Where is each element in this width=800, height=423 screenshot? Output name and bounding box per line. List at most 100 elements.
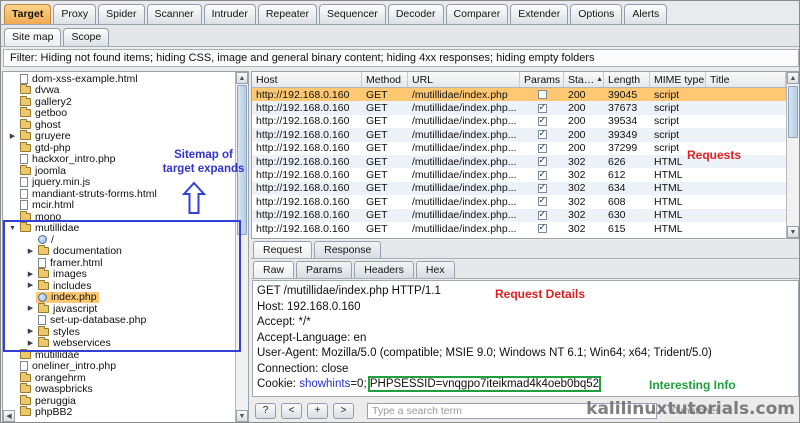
table-row[interactable]: http://192.168.0.160GET/mutillidae/index… (252, 182, 786, 195)
table-row[interactable]: http://192.168.0.160GET/mutillidae/index… (252, 128, 786, 141)
up-arrow-icon (182, 181, 206, 215)
scroll-up-icon[interactable]: ▲ (787, 72, 799, 84)
sitemap-node-dvwa[interactable]: dvwa (3, 85, 235, 97)
request-line: Connection: close (257, 362, 798, 378)
tab-repeater[interactable]: Repeater (258, 4, 317, 24)
sitemap-node-phpbb2[interactable]: phpBB2 (3, 407, 235, 419)
search-options-button[interactable]: + (307, 403, 328, 419)
cell-mime-type: HTML (650, 195, 706, 208)
cell-title (706, 101, 786, 114)
sitemap-node-ghost[interactable]: ghost (3, 119, 235, 131)
scroll-left-icon[interactable]: ◀ (3, 410, 15, 422)
tab-extender[interactable]: Extender (510, 4, 568, 24)
viewtab-raw[interactable]: Raw (253, 261, 294, 278)
tab-spider[interactable]: Spider (98, 4, 144, 24)
table-row[interactable]: http://192.168.0.160GET/mutillidae/index… (252, 209, 786, 222)
sitemap-node-peruggia[interactable]: peruggia (3, 395, 235, 407)
table-vertical-scrollbar[interactable]: ▲ ▼ (786, 72, 799, 238)
cell-params (520, 101, 564, 114)
viewtab-headers[interactable]: Headers (354, 261, 414, 278)
params-checkbox[interactable] (538, 117, 547, 126)
cell-host: http://192.168.0.160 (252, 115, 362, 128)
editor-tab-request[interactable]: Request (253, 241, 312, 258)
tab-alerts[interactable]: Alerts (624, 4, 667, 24)
cell-url: /mutillidae/index.php (408, 88, 520, 101)
cell-status: 200 (564, 115, 604, 128)
search-next-button[interactable]: > (333, 403, 354, 419)
table-row[interactable]: http://192.168.0.160GET/mutillidae/index… (252, 115, 786, 128)
cell-title (706, 222, 786, 235)
scroll-down-icon[interactable]: ▼ (236, 410, 248, 422)
params-checkbox[interactable] (538, 224, 547, 233)
sitemap-node-dom-xss-example-html[interactable]: dom-xss-example.html (3, 73, 235, 85)
column-label: MIME type (654, 74, 704, 86)
viewtab-hex[interactable]: Hex (416, 261, 455, 278)
sitemap-node-owaspbricks[interactable]: owaspbricks (3, 384, 235, 396)
tab-intruder[interactable]: Intruder (204, 4, 256, 24)
tab-sequencer[interactable]: Sequencer (319, 4, 386, 24)
cell-url: /mutillidae/index.php... (408, 195, 520, 208)
column-header-length[interactable]: Length (604, 72, 650, 87)
tab-decoder[interactable]: Decoder (388, 4, 444, 24)
cell-method: GET (362, 128, 408, 141)
cell-params (520, 155, 564, 168)
table-row[interactable]: http://192.168.0.160GET/mutillidae/index… (252, 88, 786, 101)
editor-tab-response[interactable]: Response (314, 241, 381, 258)
params-checkbox[interactable] (538, 144, 547, 153)
node-label: dom-xss-example.html (32, 73, 138, 85)
params-checkbox[interactable] (538, 90, 547, 99)
params-checkbox[interactable] (538, 130, 547, 139)
expand-icon[interactable]: ▶ (7, 131, 18, 142)
params-checkbox[interactable] (538, 197, 547, 206)
node-content: joomla (18, 165, 68, 176)
node-content: jquery.min.js (18, 177, 92, 188)
column-header-mime-type[interactable]: MIME type (650, 72, 706, 87)
column-label: URL (412, 74, 433, 86)
scroll-down-icon[interactable]: ▼ (787, 226, 799, 238)
tab-scanner[interactable]: Scanner (147, 4, 202, 24)
column-header-params[interactable]: Params (520, 72, 564, 87)
column-header-status[interactable]: Status▲ (564, 72, 604, 87)
node-content: owaspbricks (18, 384, 95, 395)
table-row[interactable]: http://192.168.0.160GET/mutillidae/index… (252, 168, 786, 181)
column-header-method[interactable]: Method (362, 72, 408, 87)
params-checkbox[interactable] (538, 171, 547, 180)
search-prev-button[interactable]: < (281, 403, 302, 419)
table-body: http://192.168.0.160GET/mutillidae/index… (252, 88, 786, 238)
sitemap-node-orangehrm[interactable]: orangehrm (3, 372, 235, 384)
node-label: gruyere (35, 130, 71, 142)
tab-comparer[interactable]: Comparer (446, 4, 509, 24)
sitemap-node-gruyere[interactable]: ▶ gruyere (3, 131, 235, 143)
cell-length: 630 (604, 209, 650, 222)
filter-bar[interactable]: Filter: Hiding not found items; hiding C… (3, 49, 799, 67)
params-checkbox[interactable] (538, 211, 547, 220)
column-header-title[interactable]: Title (706, 72, 786, 87)
table-row[interactable]: http://192.168.0.160GET/mutillidae/index… (252, 101, 786, 114)
sitemap-node-getboo[interactable]: getboo (3, 108, 235, 120)
cell-status: 200 (564, 142, 604, 155)
table-row[interactable]: http://192.168.0.160GET/mutillidae/index… (252, 195, 786, 208)
tab-options[interactable]: Options (570, 4, 622, 24)
subtab-scope[interactable]: Scope (63, 28, 109, 46)
params-checkbox[interactable] (538, 157, 547, 166)
cell-status: 302 (564, 168, 604, 181)
viewtab-params[interactable]: Params (296, 261, 352, 278)
cell-mime-type: script (650, 128, 706, 141)
sitemap-node-oneliner-intro-php[interactable]: oneliner_intro.php (3, 361, 235, 373)
scroll-up-icon[interactable]: ▲ (236, 72, 248, 84)
subtab-site-map[interactable]: Site map (4, 28, 61, 46)
cell-params (520, 209, 564, 222)
params-checkbox[interactable] (538, 104, 547, 113)
search-help-button[interactable]: ? (255, 403, 276, 419)
column-header-url[interactable]: URL (408, 72, 520, 87)
table-scroll-thumb[interactable] (788, 86, 798, 138)
tab-proxy[interactable]: Proxy (53, 4, 96, 24)
params-checkbox[interactable] (538, 184, 547, 193)
cell-length: 608 (604, 195, 650, 208)
column-header-host[interactable]: Host (252, 72, 362, 87)
sitemap-node-gallery2[interactable]: gallery2 (3, 96, 235, 108)
cell-mime-type: script (650, 115, 706, 128)
cell-mime-type: HTML (650, 182, 706, 195)
tab-target[interactable]: Target (4, 4, 51, 24)
table-row[interactable]: http://192.168.0.160GET/mutillidae/index… (252, 222, 786, 235)
